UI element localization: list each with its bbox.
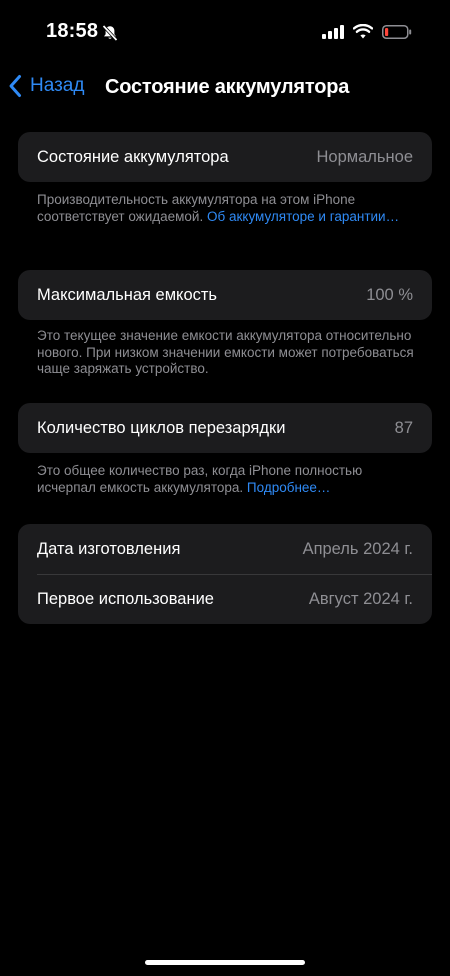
battery-warranty-link[interactable]: Об аккумуляторе и гарантии… [207, 209, 399, 224]
status-time: 18:58 [46, 20, 99, 42]
first-use-row: Первое использование Август 2024 г. [18, 574, 432, 624]
battery-health-footnote: Производительность аккумулятора на этом … [37, 192, 417, 225]
status-bar: 18:58 [0, 0, 450, 64]
battery-low-icon [382, 24, 412, 44]
navigation-bar: Назад Состояние аккумулятора [0, 64, 450, 112]
max-capacity-label: Максимальная емкость [37, 285, 218, 304]
status-indicators [322, 23, 412, 44]
back-button[interactable]: Назад [8, 74, 84, 98]
cycle-count-footnote: Это общее количество раз, когда iPhone п… [37, 463, 417, 496]
battery-health-group: Состояние аккумулятора Нормальное [18, 132, 432, 182]
cycle-count-group: Количество циклов перезарядки 87 [18, 403, 432, 453]
max-capacity-row: Максимальная емкость 100 % [18, 270, 432, 320]
max-capacity-group: Максимальная емкость 100 % [18, 270, 432, 320]
battery-health-label: Состояние аккумулятора [37, 147, 229, 166]
wifi-icon [352, 23, 374, 44]
home-indicator[interactable] [145, 960, 305, 965]
manufacture-date-row: Дата изготовления Апрель 2024 г. [18, 524, 432, 574]
max-capacity-value: 100 % [366, 285, 413, 304]
max-capacity-footnote-text: Это текущее значение емкости аккумулятор… [37, 328, 414, 376]
page-title: Состояние аккумулятора [105, 76, 350, 98]
cellular-signal-icon [322, 24, 344, 44]
battery-health-row[interactable]: Состояние аккумулятора Нормальное [18, 132, 432, 182]
chevron-left-icon [9, 75, 21, 97]
learn-more-link[interactable]: Подробнее… [247, 480, 331, 495]
manufacture-date-label: Дата изготовления [37, 539, 181, 558]
back-button-label: Назад [30, 75, 85, 96]
cycle-count-row: Количество циклов перезарядки 87 [18, 403, 432, 453]
first-use-value: Август 2024 г. [308, 589, 413, 608]
manufacture-date-value: Апрель 2024 г. [302, 539, 413, 558]
max-capacity-footnote: Это текущее значение емкости аккумулятор… [37, 328, 417, 378]
cycle-count-label: Количество циклов перезарядки [37, 418, 286, 437]
first-use-label: Первое использование [37, 589, 214, 608]
battery-health-value: Нормальное [316, 147, 413, 166]
cycle-count-value: 87 [394, 418, 413, 437]
bell-slash-icon [101, 24, 119, 42]
dates-group: Дата изготовления Апрель 2024 г. Первое … [18, 524, 432, 624]
